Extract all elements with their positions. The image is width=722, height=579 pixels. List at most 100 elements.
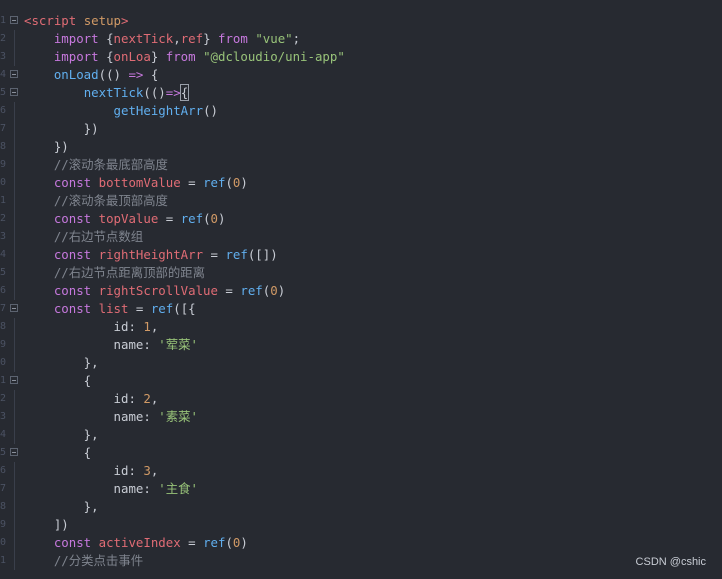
line-number: 7: [0, 303, 6, 314]
fold-toggle-icon[interactable]: [10, 16, 18, 24]
code-token: =: [180, 535, 204, 550]
code-line[interactable]: 4 const rightHeightArr = ref([]): [0, 246, 722, 264]
code-text: name: '主食': [24, 480, 198, 498]
code-line[interactable]: 8 },: [0, 498, 722, 516]
code-text: id: 3,: [24, 462, 159, 480]
code-line[interactable]: 9 ]): [0, 516, 722, 534]
code-line[interactable]: 7 }): [0, 120, 722, 138]
code-text: }): [24, 138, 69, 156]
code-token: nextTick: [83, 85, 144, 100]
code-token: ,: [150, 463, 159, 478]
code-token: },: [24, 355, 99, 370]
code-token: }: [150, 49, 166, 64]
fold-region-bar: [14, 192, 15, 210]
code-token: :: [143, 337, 159, 352]
line-number: 9: [0, 159, 6, 170]
code-token: rightHeightArr: [98, 247, 204, 262]
fold-region-bar: [14, 264, 15, 282]
code-token: id: [113, 463, 129, 478]
code-line[interactable]: 0 const activeIndex = ref(0): [0, 534, 722, 552]
line-number: 2: [0, 213, 6, 224]
fold-toggle-icon[interactable]: [10, 88, 18, 96]
code-token: ([{: [173, 301, 196, 316]
code-line[interactable]: 6 const rightScrollValue = ref(0): [0, 282, 722, 300]
fold-toggle-icon[interactable]: [10, 376, 18, 384]
code-line[interactable]: 3 import {onLoa} from "@dcloudio/uni-app…: [0, 48, 722, 66]
code-line[interactable]: 6 getHeightArr(): [0, 102, 722, 120]
code-token: }): [24, 139, 69, 154]
fold-region-bar: [14, 552, 15, 570]
code-line[interactable]: 1 <script setup>: [0, 12, 722, 30]
code-text: nextTick(()=>{: [24, 84, 190, 102]
fold-toggle-icon[interactable]: [10, 304, 18, 312]
code-text: ]): [24, 516, 69, 534]
code-token: }: [203, 31, 218, 46]
code-line[interactable]: 5 //右边节点距离顶部的距离: [0, 264, 722, 282]
code-token: ((): [98, 67, 129, 82]
code-line[interactable]: 9 name: '荤菜': [0, 336, 722, 354]
code-token: }): [24, 121, 99, 136]
code-token: :: [143, 409, 159, 424]
fold-region-bar: [14, 498, 15, 516]
code-token: ): [240, 175, 248, 190]
code-line[interactable]: 0 },: [0, 354, 722, 372]
code-token: 2: [143, 391, 151, 406]
code-line[interactable]: 2 id: 2,: [0, 390, 722, 408]
code-line[interactable]: 8 id: 1,: [0, 318, 722, 336]
code-token: ref: [240, 283, 263, 298]
code-line[interactable]: 2 const topValue = ref(0): [0, 210, 722, 228]
code-token: {: [106, 31, 114, 46]
code-line[interactable]: 3 //右边节点数组: [0, 228, 722, 246]
code-line[interactable]: 7 name: '主食': [0, 480, 722, 498]
code-token: //滚动条最底部高度: [24, 157, 168, 172]
line-number: 2: [0, 33, 6, 44]
code-line[interactable]: 5 nextTick(()=>{: [0, 84, 722, 102]
fold-toggle-icon[interactable]: [10, 448, 18, 456]
code-token: const: [24, 211, 99, 226]
code-line[interactable]: 2 import {nextTick,ref} from "vue";: [0, 30, 722, 48]
code-token: ,: [150, 319, 159, 334]
code-line[interactable]: 7 const list = ref([{: [0, 300, 722, 318]
code-token: name: [113, 337, 144, 352]
code-token: const: [24, 283, 99, 298]
line-number: 7: [0, 483, 6, 494]
code-token: =>: [128, 67, 144, 82]
code-token: topValue: [98, 211, 159, 226]
fold-region-bar: [14, 120, 15, 138]
code-text: //右边节点距离顶部的距离: [24, 264, 205, 282]
fold-region-bar: [14, 282, 15, 300]
code-line[interactable]: 1 //滚动条最顶部高度: [0, 192, 722, 210]
line-number: 6: [0, 285, 6, 296]
code-line[interactable]: 1 {: [0, 372, 722, 390]
code-line[interactable]: 1 //分类点击事件: [0, 552, 722, 570]
code-token: const: [24, 301, 99, 316]
code-line[interactable]: 3 name: '素菜': [0, 408, 722, 426]
code-line[interactable]: 8 }): [0, 138, 722, 156]
code-line[interactable]: 5 {: [0, 444, 722, 462]
code-line[interactable]: 6 id: 3,: [0, 462, 722, 480]
code-token: ref: [180, 211, 204, 226]
code-text: //滚动条最顶部高度: [24, 192, 168, 210]
line-number: 4: [0, 429, 6, 440]
code-token: 0: [270, 283, 278, 298]
line-number: 1: [0, 555, 6, 566]
cursor-bracket: {: [179, 84, 190, 101]
code-line[interactable]: 4 onLoad(() => {: [0, 66, 722, 84]
code-line[interactable]: 4 },: [0, 426, 722, 444]
code-line[interactable]: 9 //滚动条最底部高度: [0, 156, 722, 174]
code-token: {: [143, 67, 159, 82]
code-text: const topValue = ref(0): [24, 210, 226, 228]
code-token: =: [128, 301, 151, 316]
code-token: onLoad: [53, 67, 99, 82]
line-number: 5: [0, 447, 6, 458]
code-editor[interactable]: 1 <script setup> 2 import {nextTick,ref} f…: [0, 0, 722, 579]
code-token: '主食': [158, 481, 198, 496]
line-number: 4: [0, 249, 6, 260]
code-line[interactable]: [0, 0, 722, 12]
fold-toggle-icon[interactable]: [10, 70, 18, 78]
code-line[interactable]: 0 const bottomValue = ref(0): [0, 174, 722, 192]
fold-region-bar: [14, 156, 15, 174]
code-token: getHeightArr: [113, 103, 204, 118]
